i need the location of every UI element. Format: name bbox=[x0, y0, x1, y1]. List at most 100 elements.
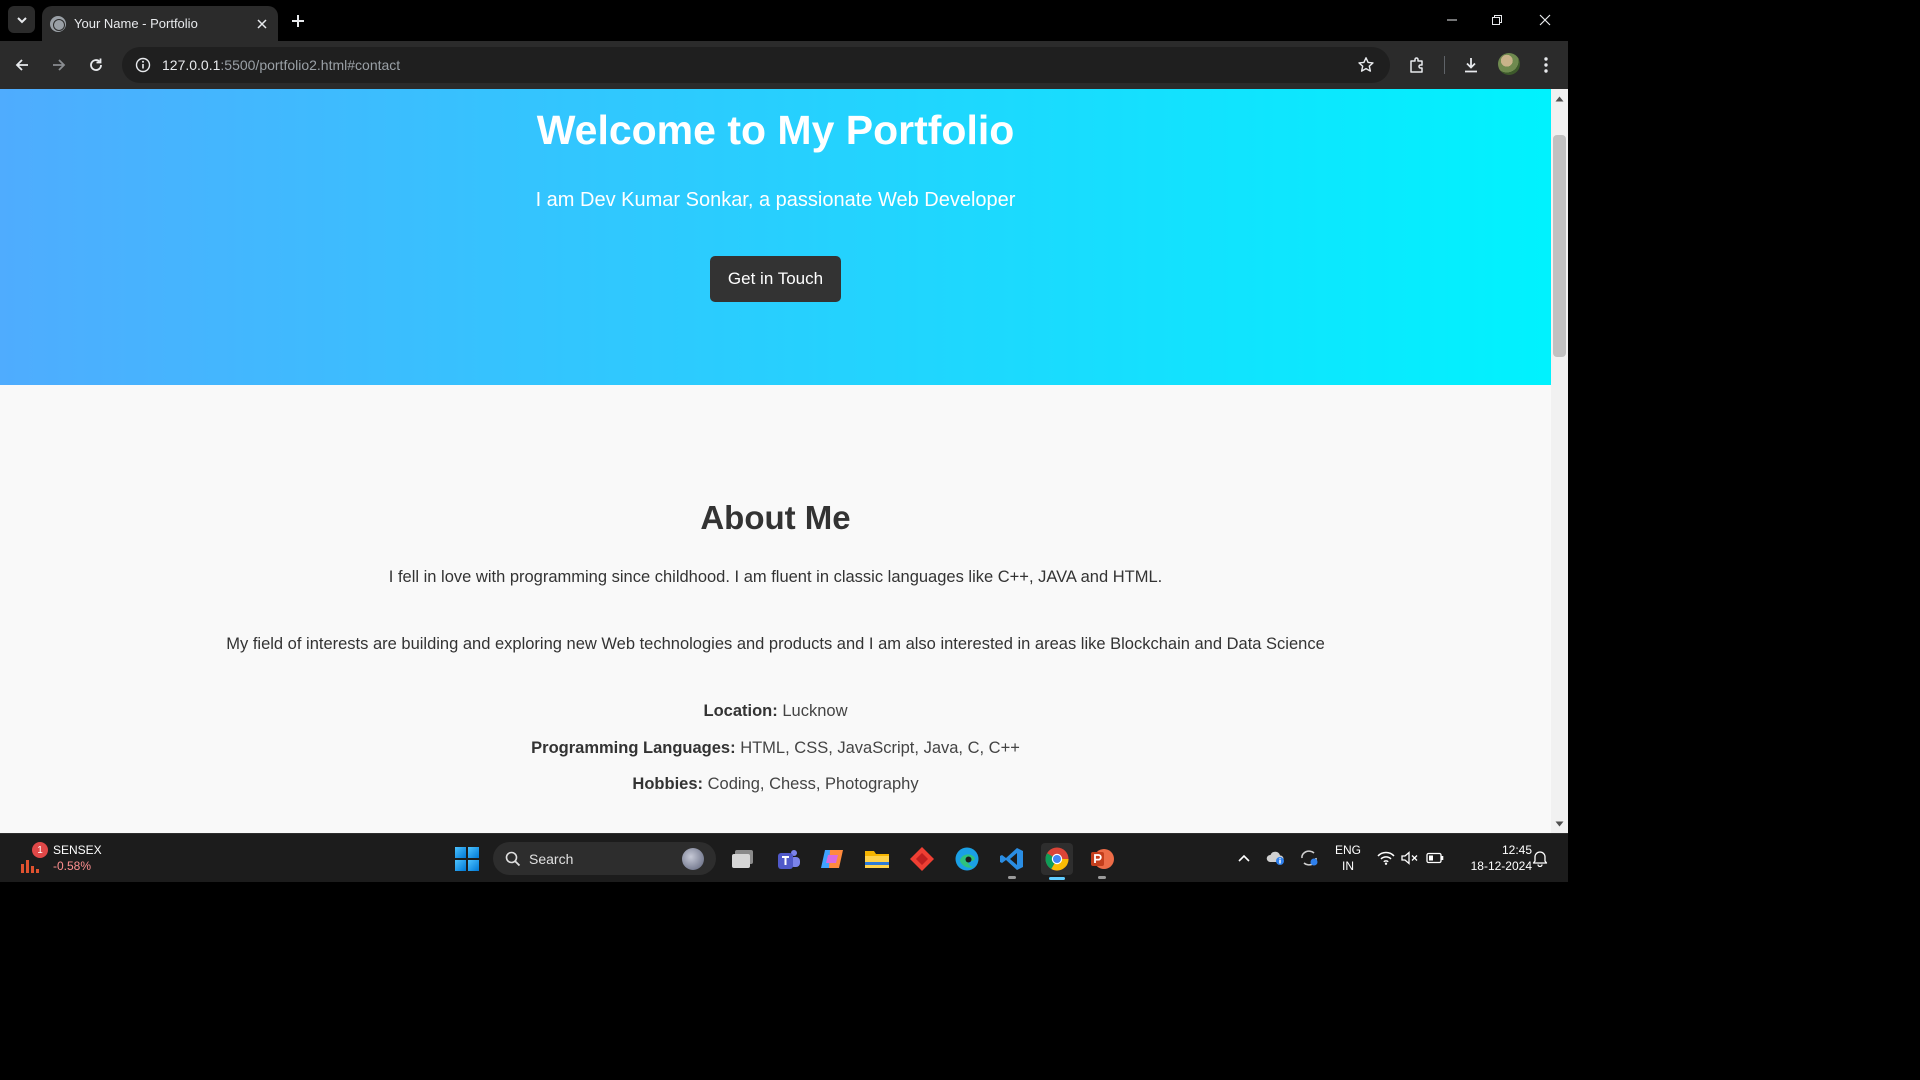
hobbies-line: Hobbies: Coding, Chess, Photography bbox=[0, 775, 1551, 794]
widget-value: -0.58% bbox=[53, 859, 92, 873]
task-view-button[interactable] bbox=[727, 843, 759, 875]
bell-icon bbox=[1532, 851, 1548, 867]
scrollbar-thumb[interactable] bbox=[1553, 135, 1566, 357]
info-icon bbox=[135, 57, 151, 73]
globe-icon bbox=[50, 15, 66, 32]
sync-icon bbox=[1301, 850, 1318, 866]
minimize-icon bbox=[1447, 19, 1457, 21]
arrow-left-icon bbox=[15, 59, 28, 71]
toolbar-divider bbox=[1444, 56, 1445, 74]
running-indicator bbox=[1008, 876, 1016, 879]
show-hidden-icons-button[interactable] bbox=[1234, 848, 1254, 868]
page-scrollbar[interactable] bbox=[1551, 89, 1568, 833]
hero-subtitle: I am Dev Kumar Sonkar, a passionate Web … bbox=[535, 189, 1016, 211]
widget-title: SENSEX bbox=[53, 843, 102, 857]
address-bar[interactable]: 127.0.0.1:5500/portfolio2.html#contact bbox=[122, 47, 1390, 83]
languages-line: Programming Languages: HTML, CSS, JavaSc… bbox=[0, 739, 1551, 758]
close-icon bbox=[1539, 14, 1551, 26]
location-line: Location: Lucknow bbox=[0, 702, 1551, 721]
windows-logo-pane bbox=[468, 847, 479, 858]
wifi-tray[interactable] bbox=[1376, 848, 1396, 868]
url-path: :5500/portfolio2.html#contact bbox=[220, 57, 401, 73]
taskbar-search[interactable]: Search bbox=[493, 842, 716, 875]
back-button[interactable] bbox=[9, 52, 35, 78]
downloads-button[interactable] bbox=[1458, 52, 1484, 78]
windows-logo-pane bbox=[455, 860, 466, 871]
menu-button[interactable] bbox=[1533, 52, 1559, 78]
vscode-icon bbox=[1000, 848, 1023, 870]
hobbies-label: Hobbies: bbox=[632, 775, 704, 793]
chevron-up-icon bbox=[1238, 854, 1250, 862]
hero-title: Welcome to My Portfolio bbox=[536, 107, 1015, 153]
teams-icon bbox=[778, 850, 800, 869]
notifications-button[interactable] bbox=[1530, 848, 1550, 868]
tab-strip: Your Name - Portfolio bbox=[0, 0, 1568, 41]
search-icon bbox=[505, 851, 521, 866]
profile-avatar[interactable] bbox=[1498, 53, 1520, 75]
chrome-app[interactable] bbox=[1041, 843, 1073, 880]
tab-title: Your Name - Portfolio bbox=[74, 16, 198, 31]
restore-button[interactable] bbox=[1482, 6, 1512, 34]
about-paragraph-1: I fell in love with programming since ch… bbox=[388, 568, 1163, 586]
copilot-app[interactable] bbox=[816, 843, 848, 875]
restore-icon bbox=[1492, 15, 1502, 25]
plus-icon bbox=[292, 15, 304, 27]
hobbies-value: Coding, Chess, Photography bbox=[707, 775, 919, 793]
onedrive-tray[interactable] bbox=[1266, 848, 1286, 868]
wifi-icon bbox=[1377, 851, 1395, 865]
chrome-icon bbox=[1045, 847, 1069, 871]
region-code: IN bbox=[1342, 859, 1354, 873]
copilot-icon bbox=[821, 850, 843, 868]
anydesk-app[interactable] bbox=[906, 843, 938, 875]
teams-app[interactable] bbox=[772, 843, 804, 875]
edge-app[interactable] bbox=[951, 843, 983, 875]
cloud-info-icon bbox=[1266, 851, 1284, 865]
volume-tray[interactable] bbox=[1400, 848, 1420, 868]
browser-toolbar: 127.0.0.1:5500/portfolio2.html#contact bbox=[0, 41, 1568, 89]
stocks-widget[interactable]: 1 SENSEX -0.58% bbox=[18, 840, 118, 878]
start-button[interactable] bbox=[455, 847, 479, 871]
clock[interactable]: 12:45 18-12-2024 bbox=[1452, 842, 1532, 874]
tab-search-button[interactable] bbox=[8, 6, 35, 33]
vscode-app[interactable] bbox=[996, 843, 1028, 879]
search-highlight-icon bbox=[682, 848, 704, 870]
location-value: Lucknow bbox=[782, 702, 848, 720]
active-tab[interactable]: Your Name - Portfolio bbox=[42, 6, 278, 41]
powerpoint-app[interactable] bbox=[1086, 843, 1118, 879]
star-icon bbox=[1358, 57, 1374, 72]
edge-icon bbox=[955, 847, 979, 871]
clock-date: 18-12-2024 bbox=[1470, 859, 1532, 873]
forward-button[interactable] bbox=[46, 52, 72, 78]
minimize-button[interactable] bbox=[1437, 6, 1467, 34]
scroll-up-icon[interactable] bbox=[1555, 94, 1564, 103]
clock-time: 12:45 bbox=[1501, 843, 1532, 857]
tab-close-button[interactable] bbox=[252, 14, 272, 34]
task-view-icon bbox=[732, 850, 753, 868]
page-viewport: Welcome to My Portfolio I am Dev Kumar S… bbox=[0, 89, 1551, 833]
close-icon bbox=[257, 18, 267, 29]
chevron-down-icon bbox=[16, 16, 27, 23]
hero-section: Welcome to My Portfolio I am Dev Kumar S… bbox=[0, 89, 1551, 385]
powerpoint-icon bbox=[1091, 849, 1114, 869]
file-explorer-app[interactable] bbox=[861, 843, 893, 875]
new-tab-button[interactable] bbox=[286, 9, 310, 33]
site-info-button[interactable] bbox=[126, 48, 160, 82]
extensions-button[interactable] bbox=[1404, 52, 1430, 78]
more-vertical-icon bbox=[1544, 57, 1548, 73]
scroll-down-icon[interactable] bbox=[1555, 819, 1564, 828]
folder-icon bbox=[865, 851, 889, 868]
url-text: 127.0.0.1:5500/portfolio2.html#contact bbox=[162, 57, 400, 73]
battery-tray[interactable] bbox=[1425, 848, 1445, 868]
close-window-button[interactable] bbox=[1530, 6, 1560, 34]
search-label: Search bbox=[529, 850, 574, 867]
bookmark-button[interactable] bbox=[1356, 55, 1376, 75]
notification-badge: 1 bbox=[32, 842, 48, 858]
reload-button[interactable] bbox=[83, 52, 109, 78]
get-in-touch-button[interactable]: Get in Touch bbox=[710, 256, 841, 302]
sync-tray[interactable] bbox=[1299, 848, 1319, 868]
language-code: ENG bbox=[1334, 843, 1361, 857]
language-indicator[interactable]: ENG IN bbox=[1332, 842, 1364, 874]
url-host: 127.0.0.1 bbox=[162, 57, 221, 73]
windows-logo-icon bbox=[455, 847, 466, 858]
diamond-icon bbox=[910, 847, 934, 871]
